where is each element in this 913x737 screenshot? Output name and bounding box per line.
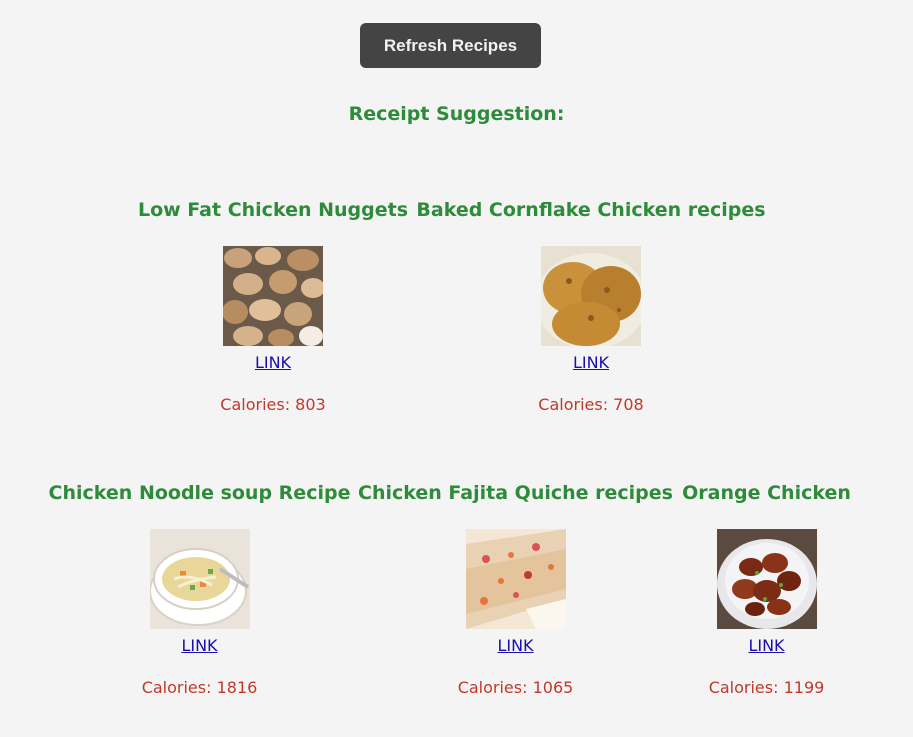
recipe-calories: Calories: 1816 (141, 678, 258, 697)
recipe-title: Chicken Noodle soup Recipe (48, 482, 351, 504)
recipe-card: Low Fat Chicken Nuggets LINK Calories: 8… (138, 197, 408, 416)
section-title: Receipt Suggestion: (348, 103, 565, 125)
recipe-link[interactable]: LINK (255, 352, 291, 374)
recipe-title: Low Fat Chicken Nuggets (137, 199, 409, 221)
chicken-nuggets-image (223, 246, 323, 346)
noodle-soup-image (149, 529, 250, 629)
recipe-link[interactable]: LINK (573, 352, 609, 374)
recipe-calories: Calories: 803 (220, 395, 326, 414)
recipe-link[interactable]: LINK (497, 635, 533, 657)
recipe-calories: Calories: 1199 (708, 678, 825, 697)
recipe-card: Orange Chicken LINK Calories: 1199 (682, 480, 851, 699)
orange-chicken-image (716, 529, 817, 629)
refresh-recipes-button[interactable]: Refresh Recipes (360, 23, 541, 68)
recipe-card: Baked Cornflake Chicken recipes LINK Cal… (416, 197, 765, 416)
recipe-link[interactable]: LINK (748, 635, 784, 657)
cornflake-chicken-image (541, 246, 641, 346)
recipe-link[interactable]: LINK (181, 635, 217, 657)
fajita-quiche-image (465, 529, 566, 629)
recipe-calories: Calories: 1065 (457, 678, 574, 697)
page: Refresh Recipes Receipt Suggestion: Low … (0, 0, 913, 737)
recipe-title: Orange Chicken (682, 482, 851, 504)
recipe-card: Chicken Noodle soup Recipe LINK Calories… (49, 480, 351, 699)
recipe-calories: Calories: 708 (538, 395, 644, 414)
recipe-card: Chicken Fajita Quiche recipes LINK Calor… (358, 480, 673, 699)
recipe-title: Chicken Fajita Quiche recipes (358, 482, 673, 504)
recipe-title: Baked Cornflake Chicken recipes (416, 199, 766, 221)
